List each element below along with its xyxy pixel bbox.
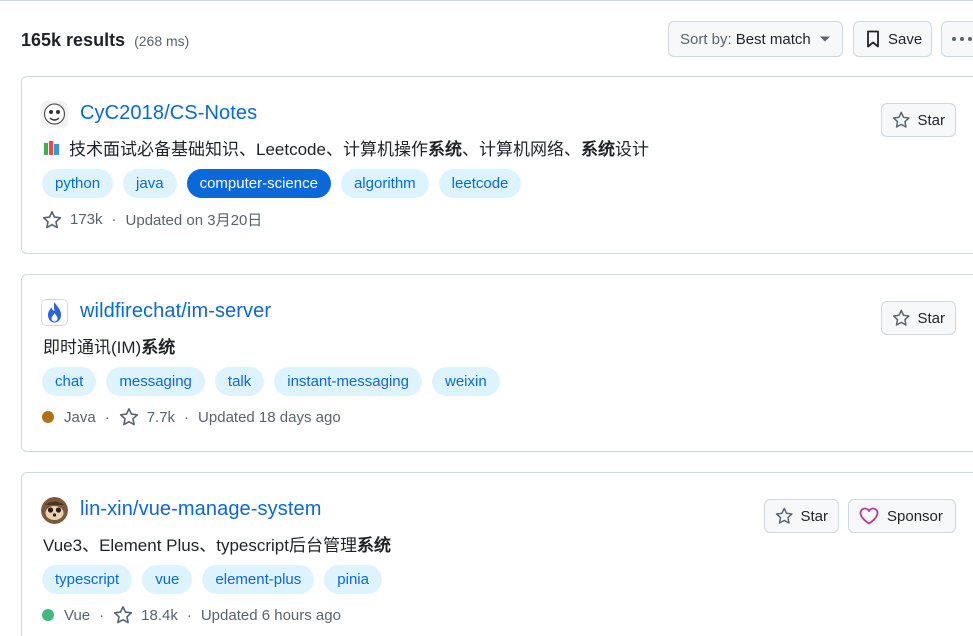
save-button[interactable]: Save xyxy=(853,21,932,57)
repo-card: lin-xin/vue-manage-system Vue3、Element P… xyxy=(21,472,973,636)
topic-tag[interactable]: algorithm xyxy=(340,169,429,198)
owner-avatar-image xyxy=(41,299,68,326)
star-icon xyxy=(42,210,62,228)
repo-name-link[interactable]: wildfirechat/im-server xyxy=(80,300,271,323)
repo-meta: 173k · Updated on 3月20日 xyxy=(42,209,262,230)
star-icon xyxy=(892,111,910,128)
stargazers-link[interactable]: 7.7k xyxy=(119,407,175,427)
language-name: Vue xyxy=(64,606,91,624)
language-name: Java xyxy=(64,408,96,426)
topic-tag[interactable]: talk xyxy=(214,367,265,396)
sort-dropdown-button[interactable]: Sort by: Best match xyxy=(668,21,843,57)
star-icon xyxy=(775,507,793,524)
repo-meta: Java · 7.7k · Updated 18 days ago xyxy=(42,407,341,427)
language-color-dot xyxy=(42,609,54,621)
star-button-label: Star xyxy=(917,309,945,327)
repo-card: wildfirechat/im-server 即时通讯(IM) 系统 chat m… xyxy=(21,274,973,452)
topic-tag[interactable]: instant-messaging xyxy=(274,367,422,396)
star-button[interactable]: Star xyxy=(764,499,839,533)
topic-list: chat messaging talk instant-messaging we… xyxy=(42,367,500,396)
results-count: 165k results (268 ms) xyxy=(21,30,189,51)
save-label: Save xyxy=(888,30,923,48)
topic-tag[interactable]: element-plus xyxy=(202,565,315,594)
repo-meta: Vue · 18.4k · Updated 6 hours ago xyxy=(42,605,341,625)
repo-description: 即时通讯(IM) 系统 xyxy=(43,333,175,358)
stargazers-link[interactable]: 173k xyxy=(42,210,103,230)
topic-tag[interactable]: python xyxy=(42,169,114,198)
owner-avatar-image xyxy=(41,497,68,524)
repo-description: Vue3、Element Plus、typescript后台管理 系统 xyxy=(43,531,391,556)
desc-part: 即时通讯(IM) xyxy=(43,338,142,357)
topic-list: python java computer-science algorithm l… xyxy=(42,169,522,198)
top-divider xyxy=(0,0,973,1)
kebab-horizontal-icon xyxy=(952,37,972,41)
repo-name-link[interactable]: CyC2018/CS-Notes xyxy=(80,102,257,125)
topic-tag[interactable]: vue xyxy=(142,565,193,594)
repo-name-link[interactable]: lin-xin/vue-manage-system xyxy=(80,498,321,521)
updated-time: Updated 6 hours ago xyxy=(200,606,341,624)
stargazers-link[interactable]: 18.4k xyxy=(113,605,178,625)
repo-description: 技术面试必备基础知识、Leetcode、计算机操作 系统 、计算机网络、 系统 设计 xyxy=(43,135,649,160)
bookmark-icon xyxy=(867,30,879,48)
meta-separator: · xyxy=(104,408,110,426)
desc-part: 技术面试必备基础知识、Leetcode、计算机操作 xyxy=(69,140,428,159)
meta-separator: · xyxy=(186,606,192,624)
desc-highlight: 系统 xyxy=(141,338,176,357)
updated-time: Updated 18 days ago xyxy=(198,408,341,426)
sponsor-button-label: Sponsor xyxy=(887,507,943,525)
star-button[interactable]: Star xyxy=(881,301,956,335)
topic-tag[interactable]: chat xyxy=(42,367,97,396)
topic-tag[interactable]: java xyxy=(123,169,177,198)
star-icon xyxy=(892,309,910,326)
desc-part: 设计 xyxy=(614,140,649,159)
more-options-button[interactable] xyxy=(941,21,973,57)
repo-owner-avatar[interactable] xyxy=(41,497,68,524)
topic-tag[interactable]: typescript xyxy=(42,565,133,594)
meta-separator: · xyxy=(99,606,105,624)
results-time: (268 ms) xyxy=(134,33,190,49)
repo-owner-avatar[interactable] xyxy=(41,299,68,326)
owner-avatar-image xyxy=(41,101,68,128)
meta-separator: · xyxy=(111,211,117,228)
language-color-dot xyxy=(42,411,54,423)
star-count: 7.7k xyxy=(146,408,176,426)
desc-highlight: 系统 xyxy=(356,536,391,555)
caret-down-icon xyxy=(819,36,830,42)
desc-highlight: 系统 xyxy=(427,140,462,159)
heart-icon xyxy=(859,507,879,525)
books-emoji-icon xyxy=(43,139,61,157)
topic-tag[interactable]: messaging xyxy=(106,367,205,396)
meta-separator: · xyxy=(184,408,190,426)
topic-tag-active[interactable]: computer-science xyxy=(186,169,331,198)
star-button[interactable]: Star xyxy=(881,103,956,137)
desc-part: 、计算机网络、 xyxy=(461,140,581,159)
desc-highlight: 系统 xyxy=(580,140,615,159)
results-header: 165k results (268 ms) Sort by: Best matc… xyxy=(0,20,973,58)
star-icon xyxy=(114,606,133,624)
repo-card: CyC2018/CS-Notes 技术面试必备基础知识、Leetcode、计算机… xyxy=(21,76,973,254)
sponsor-button[interactable]: Sponsor xyxy=(848,499,956,533)
topic-tag[interactable]: leetcode xyxy=(438,169,522,198)
star-button-label: Star xyxy=(917,111,945,129)
sort-label: Sort by: xyxy=(680,30,732,48)
topic-tag[interactable]: pinia xyxy=(324,565,382,594)
results-count-text: 165k results xyxy=(21,30,126,50)
topic-list: typescript vue element-plus pinia xyxy=(42,565,382,594)
repo-owner-avatar[interactable] xyxy=(41,101,68,128)
topic-tag[interactable]: weixin xyxy=(431,367,500,396)
star-count: 18.4k xyxy=(141,606,178,624)
star-count: 173k xyxy=(70,211,103,228)
sort-value: Best match xyxy=(735,30,811,48)
desc-part: Vue3、Element Plus、typescript后台管理 xyxy=(43,536,357,555)
star-button-label: Star xyxy=(800,507,828,525)
star-icon xyxy=(119,408,138,426)
updated-time: Updated on 3月20日 xyxy=(125,212,263,229)
